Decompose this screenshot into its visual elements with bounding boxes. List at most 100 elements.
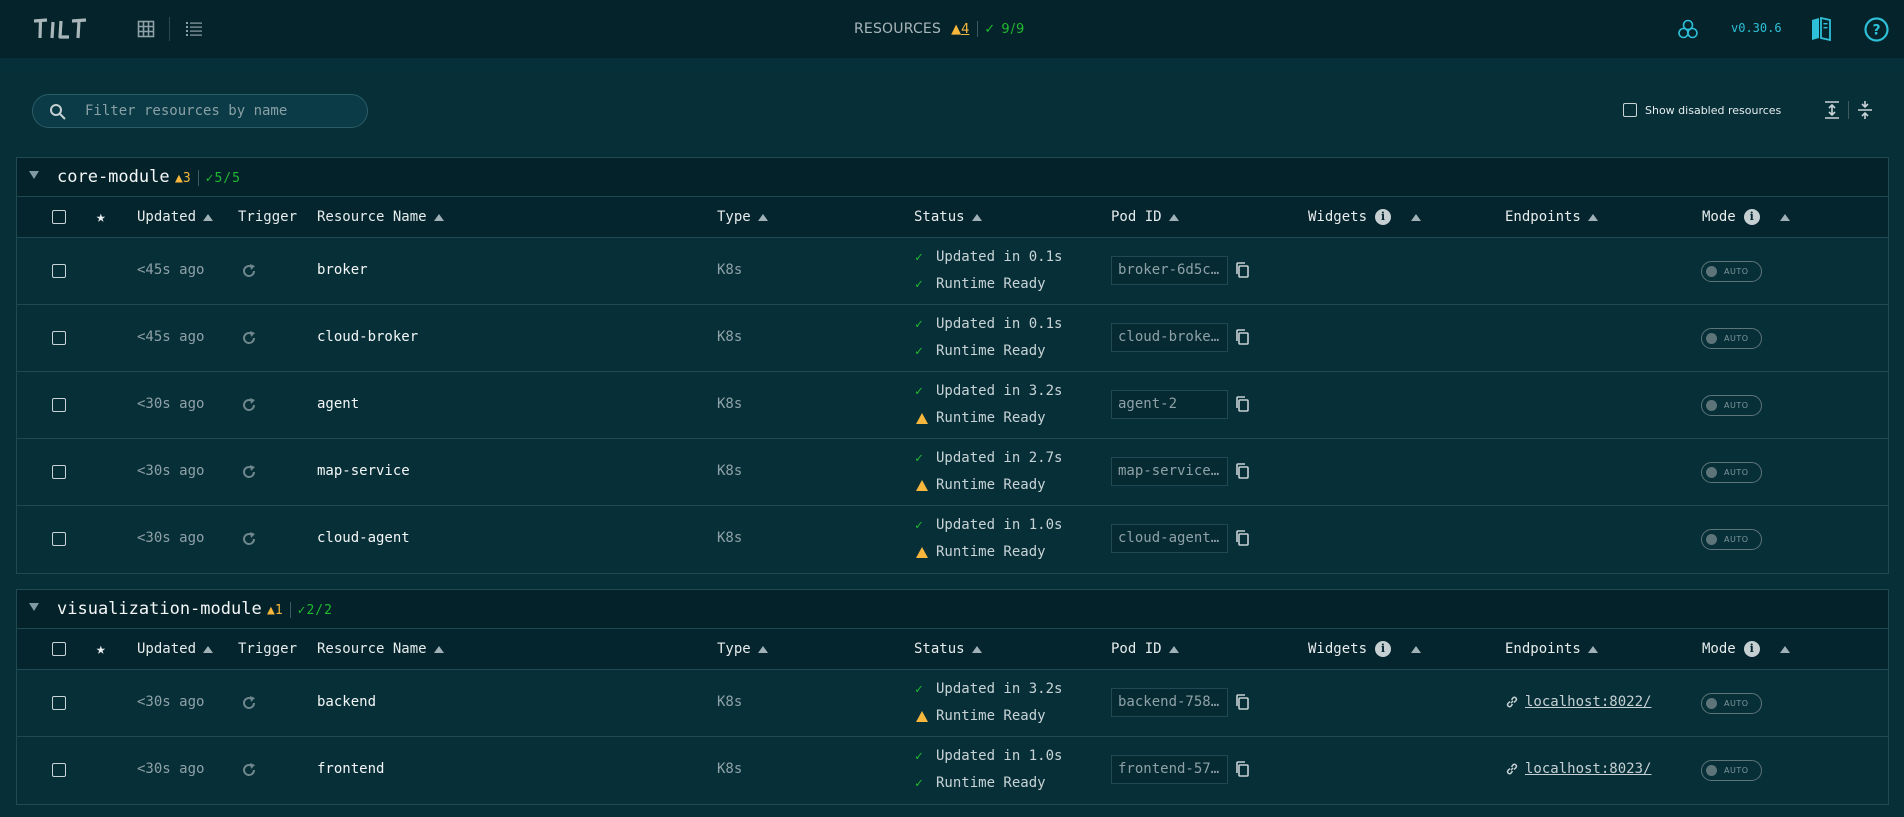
copy-icon[interactable]: [1234, 261, 1250, 283]
show-disabled-checkbox[interactable]: [1623, 103, 1637, 117]
col-mode[interactable]: Mode i: [1702, 641, 1790, 657]
row-checkbox[interactable]: [52, 331, 66, 349]
copy-icon[interactable]: [1234, 395, 1250, 417]
col-resource-name[interactable]: Resource Name: [317, 641, 444, 657]
col-widgets[interactable]: Widgets i: [1308, 641, 1422, 657]
resources-warning-count[interactable]: ▲4: [951, 22, 969, 37]
grid-view-icon[interactable]: [136, 19, 156, 39]
col-updated[interactable]: Updated: [137, 641, 214, 657]
list-view-icon[interactable]: [184, 19, 204, 39]
trigger-icon[interactable]: [240, 530, 258, 552]
row-checkbox[interactable]: [52, 465, 66, 483]
col-status[interactable]: Status: [914, 641, 982, 657]
row-checkbox[interactable]: [52, 398, 66, 416]
row-checkbox[interactable]: [52, 532, 66, 550]
col-mode[interactable]: Mode i: [1702, 209, 1790, 225]
filter-input[interactable]: [85, 101, 355, 121]
snapshot-icon[interactable]: [1677, 18, 1699, 40]
mode-toggle[interactable]: AUTO: [1701, 693, 1762, 714]
mode-toggle[interactable]: AUTO: [1701, 760, 1762, 781]
mode-toggle[interactable]: AUTO: [1701, 395, 1762, 416]
copy-icon[interactable]: [1234, 462, 1250, 484]
row-checkbox[interactable]: [52, 264, 66, 282]
runtime-status[interactable]: ✓ Runtime Ready: [915, 276, 1046, 292]
star-icon[interactable]: ★: [96, 207, 106, 226]
resource-name[interactable]: broker: [317, 262, 368, 278]
runtime-status[interactable]: Runtime Ready: [915, 477, 1046, 493]
mode-toggle[interactable]: AUTO: [1701, 261, 1762, 282]
help-icon[interactable]: ?: [1864, 17, 1889, 42]
update-status[interactable]: ✓ Updated in 0.1s: [915, 249, 1062, 265]
select-all-checkbox[interactable]: [52, 210, 66, 224]
pod-id[interactable]: agent-2: [1111, 390, 1228, 419]
resource-name[interactable]: backend: [317, 694, 376, 710]
resource-name[interactable]: frontend: [317, 761, 384, 777]
filter-box[interactable]: [32, 94, 368, 128]
col-type[interactable]: Type: [717, 209, 768, 225]
docs-icon[interactable]: [1810, 17, 1832, 41]
trigger-icon[interactable]: [240, 262, 258, 284]
col-pod-id[interactable]: Pod ID: [1111, 209, 1179, 225]
trigger-icon[interactable]: [240, 463, 258, 485]
resource-name[interactable]: agent: [317, 396, 359, 412]
trigger-icon[interactable]: [240, 396, 258, 418]
row-checkbox[interactable]: [52, 763, 66, 781]
mode-toggle[interactable]: AUTO: [1701, 462, 1762, 483]
col-status[interactable]: Status: [914, 209, 982, 225]
group-header[interactable]: core-module ▲3 ✓5/5: [17, 158, 1888, 197]
resources-ok-count[interactable]: ✓ 9/9: [984, 22, 1025, 37]
runtime-status[interactable]: ✓ Runtime Ready: [915, 775, 1046, 791]
copy-icon[interactable]: [1234, 328, 1250, 350]
pod-id[interactable]: broker-6d5c…: [1111, 256, 1228, 285]
mode-toggle[interactable]: AUTO: [1701, 529, 1762, 550]
version-label[interactable]: v0.30.6: [1731, 21, 1782, 35]
runtime-status[interactable]: Runtime Ready: [915, 410, 1046, 426]
update-status[interactable]: ✓ Updated in 3.2s: [915, 681, 1062, 697]
mode-toggle[interactable]: AUTO: [1701, 328, 1762, 349]
show-disabled-toggle[interactable]: Show disabled resources: [1623, 103, 1781, 117]
resource-name[interactable]: cloud-broker: [317, 329, 418, 345]
col-type[interactable]: Type: [717, 641, 768, 657]
pod-id[interactable]: backend-758…: [1111, 688, 1228, 717]
select-all-checkbox[interactable]: [52, 642, 66, 656]
col-resource-name[interactable]: Resource Name: [317, 209, 444, 225]
endpoint-link[interactable]: localhost:8023/: [1505, 761, 1651, 777]
update-status[interactable]: ✓ Updated in 3.2s: [915, 383, 1062, 399]
pod-id[interactable]: frontend-57…: [1111, 755, 1228, 784]
update-status[interactable]: ✓ Updated in 1.0s: [915, 517, 1062, 533]
update-status[interactable]: ✓ Updated in 0.1s: [915, 316, 1062, 332]
col-endpoints[interactable]: Endpoints: [1505, 209, 1598, 225]
toggle-knob: [1706, 534, 1717, 545]
collapse-triangle-icon[interactable]: [29, 171, 39, 179]
resource-name[interactable]: map-service: [317, 463, 410, 479]
collapse-all-icon[interactable]: [1857, 100, 1873, 120]
col-endpoints[interactable]: Endpoints: [1505, 641, 1598, 657]
resource-name[interactable]: cloud-agent: [317, 530, 410, 546]
col-updated[interactable]: Updated: [137, 209, 214, 225]
table-row: <45s ago cloud-broker K8s ✓ Updated in 0.1s ✓…: [17, 305, 1888, 372]
trigger-icon[interactable]: [240, 329, 258, 351]
collapse-triangle-icon[interactable]: [29, 603, 39, 611]
update-status[interactable]: ✓ Updated in 2.7s: [915, 450, 1062, 466]
star-icon[interactable]: ★: [96, 639, 106, 658]
copy-icon[interactable]: [1234, 693, 1250, 715]
col-pod-id[interactable]: Pod ID: [1111, 641, 1179, 657]
pod-id[interactable]: map-service…: [1111, 457, 1228, 486]
endpoint-link[interactable]: localhost:8022/: [1505, 694, 1651, 710]
trigger-icon[interactable]: [240, 761, 258, 783]
copy-icon[interactable]: [1234, 529, 1250, 551]
table-row: <30s ago backend K8s ✓ Updated in 3.2s Runtim…: [17, 670, 1888, 737]
runtime-status[interactable]: Runtime Ready: [915, 708, 1046, 724]
group-header[interactable]: visualization-module ▲1 ✓2/2: [17, 590, 1888, 629]
copy-icon[interactable]: [1234, 760, 1250, 782]
runtime-status[interactable]: Runtime Ready: [915, 544, 1046, 560]
trigger-icon[interactable]: [240, 694, 258, 716]
pod-id[interactable]: cloud-broke…: [1111, 323, 1228, 352]
runtime-status[interactable]: ✓ Runtime Ready: [915, 343, 1046, 359]
expand-all-icon[interactable]: [1824, 100, 1840, 120]
col-widgets[interactable]: Widgets i: [1308, 209, 1422, 225]
pod-id[interactable]: cloud-agent…: [1111, 524, 1228, 553]
update-status[interactable]: ✓ Updated in 1.0s: [915, 748, 1062, 764]
tilt-logo-icon[interactable]: [32, 17, 88, 41]
row-checkbox[interactable]: [52, 696, 66, 714]
